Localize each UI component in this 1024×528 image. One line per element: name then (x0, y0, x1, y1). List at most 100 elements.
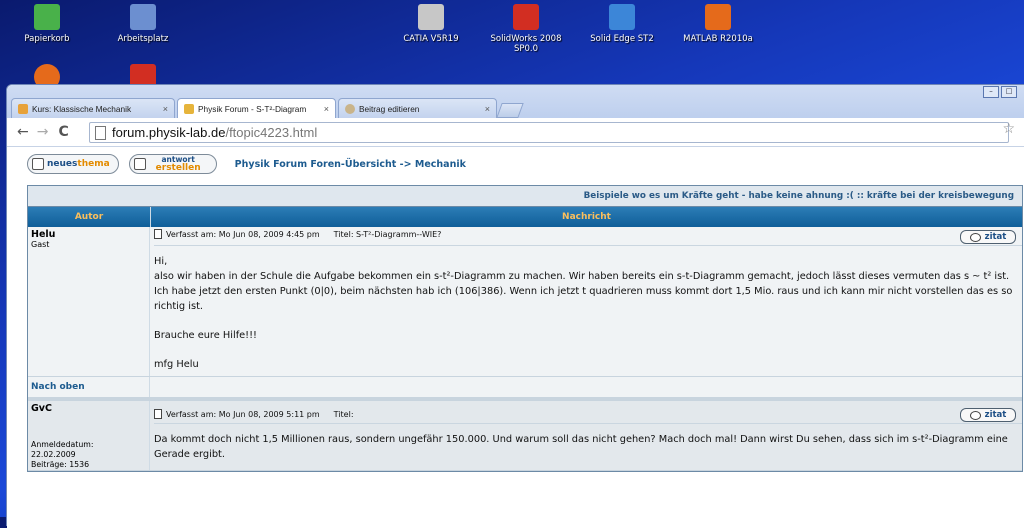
forward-button[interactable]: → (37, 124, 49, 140)
browser-window: Kurs: Klassische Mechanik × Physik Forum… (6, 84, 1024, 528)
message-line: Hi, (154, 256, 168, 267)
post-body-cell: Verfasst am: Mo Jun 08, 2009 4:45 pm Tit… (150, 227, 1022, 376)
new-topic-button[interactable]: neues thema (27, 154, 119, 174)
document-icon (133, 158, 146, 170)
message-line: also wir haben in der Schule die Aufgabe… (154, 271, 1010, 282)
desktop-icon-recycle-bin[interactable]: Papierkorb (2, 4, 92, 44)
matlab-icon (705, 4, 731, 30)
url-host: forum.physik-lab.de (112, 125, 226, 140)
new-topic-highlight: thema (77, 159, 110, 169)
reply-button[interactable]: antwort erstellen (128, 154, 217, 174)
back-to-top-row: Nach oben (28, 377, 1022, 398)
desktop-icon-catia[interactable]: CATIA V5R19 (386, 4, 476, 44)
post-meta: Verfasst am: Mo Jun 08, 2009 5:11 pm Tit… (154, 409, 1022, 419)
post-author: Helu (31, 229, 56, 240)
desktop-icon-label: CATIA V5R19 (403, 34, 459, 44)
reply-line-2: erstellen (155, 163, 201, 173)
post-icon (154, 409, 162, 419)
breadcrumb[interactable]: Physik Forum Foren-Übersicht -> Mechanik (235, 159, 466, 170)
desktop-icon-solidworks[interactable]: SolidWorks 2008 SP0.0 (481, 4, 571, 54)
desktop-icon-label: Solid Edge ST2 (590, 34, 654, 44)
recycle-bin-icon (34, 4, 60, 30)
desktop-icon-matlab[interactable]: MATLAB R2010a (673, 4, 763, 44)
document-icon (32, 158, 44, 170)
post-row: Helu Gast Verfasst am: Mo Jun 08, 2009 4… (28, 227, 1022, 377)
topic-table: Beispiele wo es um Kräfte geht - habe ke… (27, 185, 1023, 472)
message-line (154, 343, 1016, 357)
reload-button[interactable]: C (58, 124, 68, 140)
message-line (154, 314, 1016, 328)
minimize-button[interactable]: – (983, 86, 999, 98)
message-line: Brauche eure Hilfe!!! (154, 330, 257, 341)
quote-button[interactable]: zitat (960, 408, 1016, 422)
solid-edge-icon (609, 4, 635, 30)
page-icon (95, 125, 106, 140)
post-author-cell: Helu Gast (28, 227, 150, 376)
tab-label: Beitrag editieren (359, 103, 420, 114)
solidworks-icon (513, 4, 539, 30)
quote-label: zitat (984, 410, 1007, 420)
post-icon (154, 229, 162, 239)
desktop-icon-label: Papierkorb (24, 34, 70, 44)
message-column-header: Nachricht (562, 212, 611, 222)
tab-label: Kurs: Klassische Mechanik (32, 103, 132, 114)
tab-close-icon[interactable]: × (324, 104, 329, 114)
post-author-role: Gast (31, 240, 50, 249)
post-author-info: Anmeldedatum: 22.02.2009 Beiträge: 1536 (31, 440, 149, 470)
tab-beitrag-editieren[interactable]: Beitrag editieren × (338, 98, 497, 118)
url-path: /ftopic4223.html (225, 125, 318, 140)
back-button[interactable]: ← (17, 124, 29, 140)
moodle-favicon-icon (18, 103, 28, 114)
message-line: Da kommt doch nicht 1,5 Millionen raus, … (154, 434, 1008, 460)
quote-bubble-icon (969, 410, 981, 420)
new-topic-prefix: neues (47, 159, 78, 169)
maximize-button[interactable]: □ (1001, 86, 1017, 98)
post-count: Beiträge: 1536 (31, 460, 90, 469)
back-to-top-link[interactable]: Nach oben (28, 377, 150, 397)
desktop-icon-label: MATLAB R2010a (683, 34, 753, 44)
reg-label: Anmeldedatum: (31, 440, 94, 449)
post-meta: Verfasst am: Mo Jun 08, 2009 4:45 pm Tit… (154, 229, 1022, 239)
new-tab-button[interactable] (496, 103, 524, 118)
topic-navigation[interactable]: Beispiele wo es um Kräfte geht - habe ke… (28, 186, 1022, 207)
post-date: Verfasst am: Mo Jun 08, 2009 5:11 pm (166, 409, 320, 419)
page-content: neues thema antwort erstellen Physik Foru… (7, 148, 1024, 528)
browser-titlebar: Kurs: Klassische Mechanik × Physik Forum… (7, 85, 1024, 147)
desktop-icon-label: SolidWorks 2008 SP0.0 (490, 34, 562, 54)
post-body-cell: Verfasst am: Mo Jun 08, 2009 5:11 pm Tit… (150, 401, 1022, 470)
browser-toolbar: ← → C forum.physik-lab.de /ftopic4223.ht… (7, 118, 1024, 147)
page-favicon-icon (345, 103, 355, 114)
quote-button[interactable]: zitat (960, 230, 1016, 244)
post-author-cell: GvC Anmeldedatum: 22.02.2009 Beiträge: 1… (28, 401, 150, 470)
post-title: Titel: (333, 409, 354, 419)
catia-icon (418, 4, 444, 30)
bookmark-star-icon[interactable]: ☆ (1002, 121, 1015, 137)
reg-date: 22.02.2009 (31, 450, 76, 459)
post-author: GvC (31, 403, 52, 414)
quote-label: zitat (984, 232, 1007, 242)
tab-close-icon[interactable]: × (485, 104, 490, 114)
address-bar[interactable]: forum.physik-lab.de /ftopic4223.html (89, 122, 1009, 143)
desktop-icon-my-computer[interactable]: Arbeitsplatz (98, 4, 188, 44)
post-message: Da kommt doch nicht 1,5 Millionen raus, … (154, 423, 1022, 462)
desktop-icon-solid-edge[interactable]: Solid Edge ST2 (577, 4, 667, 44)
tab-strip: Kurs: Klassische Mechanik × Physik Forum… (11, 98, 524, 118)
post-row: GvC Anmeldedatum: 22.02.2009 Beiträge: 1… (28, 401, 1022, 471)
message-line: mfg Helu (154, 359, 199, 370)
tab-label: Physik Forum - S-T²-Diagram (198, 103, 307, 114)
table-header: Autor Nachricht (28, 207, 1022, 227)
tab-kurs[interactable]: Kurs: Klassische Mechanik × (11, 98, 175, 118)
forum-favicon-icon (184, 103, 194, 114)
forum-action-bar: neues thema antwort erstellen Physik Foru… (7, 148, 1024, 180)
desktop-icon-label: Arbeitsplatz (117, 34, 169, 44)
computer-icon (130, 4, 156, 30)
post-message: Hi, also wir haben in der Schule die Auf… (154, 245, 1022, 372)
author-column-header: Autor (28, 207, 151, 227)
post-title: Titel: S-T²-Diagramm--WIE? (333, 229, 442, 239)
window-controls: – □ (983, 86, 1017, 98)
message-line: Ich habe jetzt den ersten Punkt (0|0), b… (154, 286, 1013, 312)
tab-close-icon[interactable]: × (163, 104, 168, 114)
quote-bubble-icon (969, 232, 981, 242)
tab-physik-forum[interactable]: Physik Forum - S-T²-Diagram × (177, 98, 336, 118)
post-date: Verfasst am: Mo Jun 08, 2009 4:45 pm (166, 229, 320, 239)
